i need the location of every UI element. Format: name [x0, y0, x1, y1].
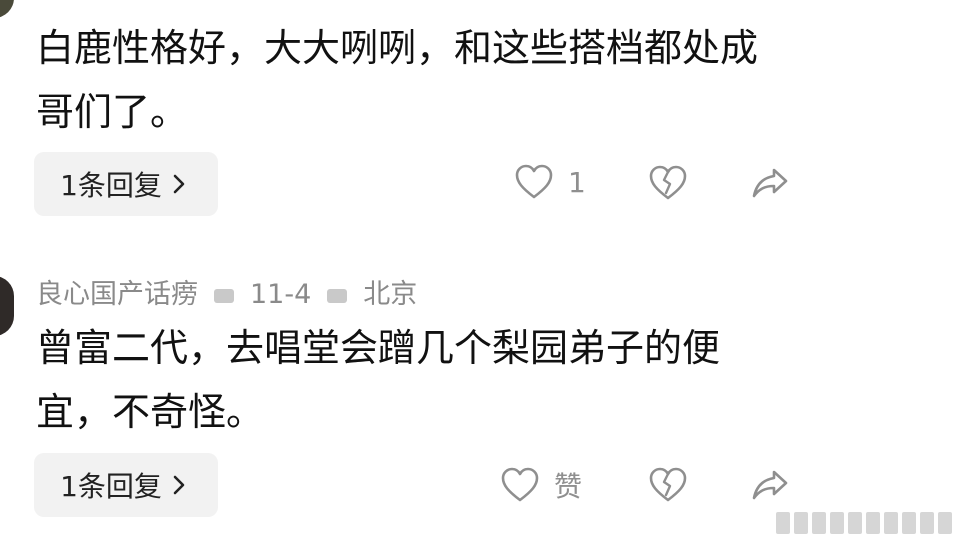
share-arrow-icon — [750, 164, 790, 202]
like-label: 赞 — [554, 470, 583, 503]
share-button[interactable] — [750, 466, 790, 504]
share-button[interactable] — [750, 164, 790, 202]
watermark — [776, 512, 952, 534]
heart-outline-icon — [514, 163, 554, 201]
redacted-mark — [327, 288, 348, 303]
view-replies-button[interactable]: 1条回复 — [34, 453, 218, 517]
like-button[interactable]: 赞 — [500, 465, 582, 505]
broken-heart-icon — [648, 164, 688, 202]
author-name[interactable]: 良心国产话痨 — [36, 279, 198, 310]
broken-heart-icon — [648, 466, 688, 504]
comment-meta: 良心国产话痨 11-4 北京 — [36, 272, 433, 311]
redacted-mark — [214, 288, 234, 303]
comment-location: 北京 — [363, 279, 418, 310]
view-replies-button[interactable]: 1条回复 — [34, 152, 218, 216]
dislike-button[interactable] — [648, 164, 688, 202]
avatar[interactable] — [0, 276, 14, 336]
comment-text: 白鹿性格好，大大咧咧，和这些搭档都处成哥们了。 — [36, 26, 759, 134]
reply-count-label: 1条回复 — [60, 470, 162, 503]
comment-meta — [36, 0, 52, 13]
avatar[interactable] — [0, 0, 14, 18]
comment-date: 11-4 — [250, 279, 312, 310]
comment-text: 曾富二代，去唱堂会蹭几个梨园弟子的便宜，不奇怪。 — [36, 326, 721, 434]
reply-count-label: 1条回复 — [60, 169, 162, 202]
dislike-button[interactable] — [648, 466, 688, 504]
chevron-right-icon — [172, 473, 186, 497]
chevron-right-icon — [172, 172, 186, 196]
heart-outline-icon — [500, 466, 540, 504]
like-count: 1 — [568, 165, 586, 199]
share-arrow-icon — [750, 466, 790, 504]
like-button[interactable]: 1 — [514, 163, 586, 201]
